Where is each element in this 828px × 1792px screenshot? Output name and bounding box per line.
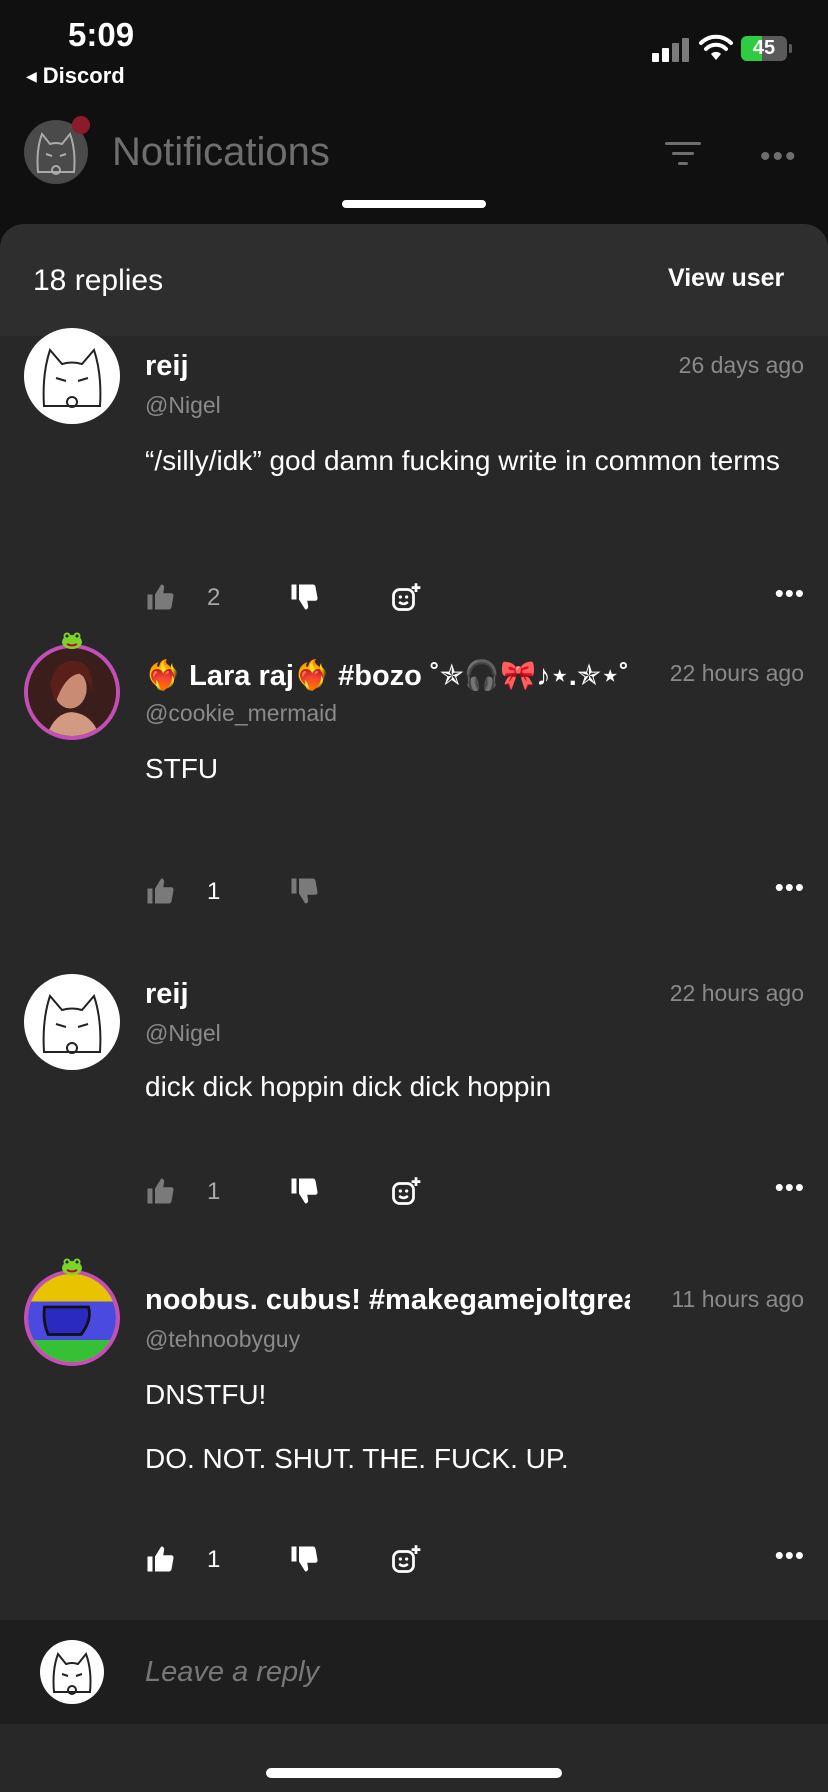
view-user-button[interactable]: View user [668,264,784,293]
add-reaction-icon [392,583,421,611]
thumbs-up-icon [147,1178,174,1204]
comment-author[interactable]: reij [145,978,189,1011]
comment-item: noobus. cubus! #makegamejoltgreat @tehno… [0,1254,828,1624]
thumbs-up-icon [147,584,174,610]
status-bar: 5:09 ◀ Discord 45 [0,0,828,90]
comment-actions: 1 ••• [145,872,805,912]
battery-level: 45 [752,37,776,59]
comment-handle[interactable]: @cookie_mermaid [145,700,337,727]
comment-handle[interactable]: @Nigel [145,1020,221,1047]
comment-body: dick dick hoppin dick dick hoppin [145,1066,795,1130]
dislike-button[interactable] [289,1544,319,1580]
comment-text: dick dick hoppin dick dick hoppin [145,1071,552,1102]
comment-actions: 1 ••• [145,1540,805,1580]
add-reaction-icon [392,1545,421,1573]
thumbs-down-icon [291,1178,318,1204]
comment-actions: 2 ••• [145,578,805,618]
comment-actions: 1 ••• [145,1172,805,1212]
cat-avatar-icon [52,1652,92,1695]
page-title: Notifications [112,130,330,174]
battery-cap [789,44,792,53]
thumbs-down-icon [291,1546,318,1572]
add-reaction-button[interactable] [391,582,421,618]
comment-item: reij @Nigel 22 hours ago dick dick hoppi… [0,944,828,1234]
dislike-button[interactable] [289,876,319,912]
avatar[interactable] [24,1270,120,1366]
dislike-button[interactable] [289,1176,319,1212]
avatar[interactable] [24,644,120,740]
frog-badge-icon [62,1258,82,1275]
status-time: 5:09 [68,16,135,53]
cellular-signal-icon [652,38,692,62]
comment-time: 22 hours ago [669,660,804,686]
reply-input[interactable]: Leave a reply [145,1656,319,1689]
comment-item: reij @Nigel 26 days ago “/silly/idk” god… [0,328,828,636]
add-reaction-button[interactable] [391,1176,421,1212]
comment-time: 22 hours ago [669,980,804,1006]
comment-author[interactable]: reij [145,350,189,383]
cat-avatar-icon [42,994,102,1054]
avatar[interactable] [24,328,120,424]
back-to-app-link[interactable]: ◀ Discord [26,63,125,89]
sheet-header: 18 replies View user [0,224,828,336]
comment-text: DO. NOT. SHUT. THE. FUCK. UP. [145,1443,569,1474]
comment-body: “/silly/idk” god damn fucking write in c… [145,440,795,504]
notification-dot [72,116,90,134]
cat-avatar-icon [42,348,102,408]
back-triangle-icon: ◀ [26,68,37,84]
more-options-icon[interactable]: ••• [760,140,798,174]
my-avatar [40,1640,104,1704]
replies-count: 18 replies [33,264,164,297]
reply-bar: Leave a reply [0,1620,828,1724]
comment-more-button[interactable]: ••• [775,1172,805,1203]
game-character-avatar-icon [28,1274,116,1362]
comment-text: STFU [145,753,219,784]
comment-more-button[interactable]: ••• [775,872,805,903]
battery-icon: 45 [741,36,787,61]
like-count: 1 [207,878,221,905]
avatar[interactable] [24,974,120,1070]
comment-handle[interactable]: @tehnoobyguy [145,1326,300,1353]
comment-time: 26 days ago [678,352,804,378]
home-indicator[interactable] [266,1768,562,1778]
comment-text: “/silly/idk” god damn fucking write in c… [145,445,780,476]
wifi-icon [699,34,733,60]
notifications-header: Notifications ••• [0,100,828,210]
comment-body: DNSTFU! DO. NOT. SHUT. THE. FUCK. UP. [145,1374,795,1502]
comment-handle[interactable]: @Nigel [145,392,221,419]
like-count: 1 [207,1178,221,1205]
sheet-drag-handle[interactable] [342,200,486,208]
add-reaction-button[interactable] [391,1544,421,1580]
comment-more-button[interactable]: ••• [775,578,805,609]
thumbs-down-icon [291,584,318,610]
filter-icon[interactable] [665,138,705,168]
thumbs-up-icon [147,878,174,904]
comment-text: DNSTFU! [145,1379,267,1410]
comment-author[interactable]: ❤️‍🔥 Lara raj❤️‍🔥 #bozo ˚✯🎧🎀♪⋆.✯⋆˚✿₊˚ [145,658,630,693]
replies-sheet: 18 replies View user reij @Nigel 26 days… [0,224,828,1792]
dislike-button[interactable] [289,582,319,618]
like-count: 2 [207,584,221,611]
comment-item: ❤️‍🔥 Lara raj❤️‍🔥 #bozo ˚✯🎧🎀♪⋆.✯⋆˚✿₊˚ @c… [0,632,828,934]
like-button[interactable] [145,876,175,912]
add-reaction-icon [392,1177,421,1205]
comment-body: STFU [145,748,795,812]
back-app-label: Discord [42,63,125,88]
comment-time: 11 hours ago [671,1286,804,1312]
comment-author[interactable]: noobus. cubus! #makegamejoltgreat [145,1284,630,1317]
thumbs-up-icon [147,1546,174,1572]
thumbs-down-icon [291,878,318,904]
bottom-safe-area [0,1724,828,1792]
like-count: 1 [207,1546,221,1573]
comment-more-button[interactable]: ••• [775,1540,805,1571]
like-button[interactable] [145,1176,175,1212]
frog-badge-icon [62,632,82,649]
profile-photo-icon [28,648,116,736]
like-button[interactable] [145,1544,175,1580]
like-button[interactable] [145,582,175,618]
